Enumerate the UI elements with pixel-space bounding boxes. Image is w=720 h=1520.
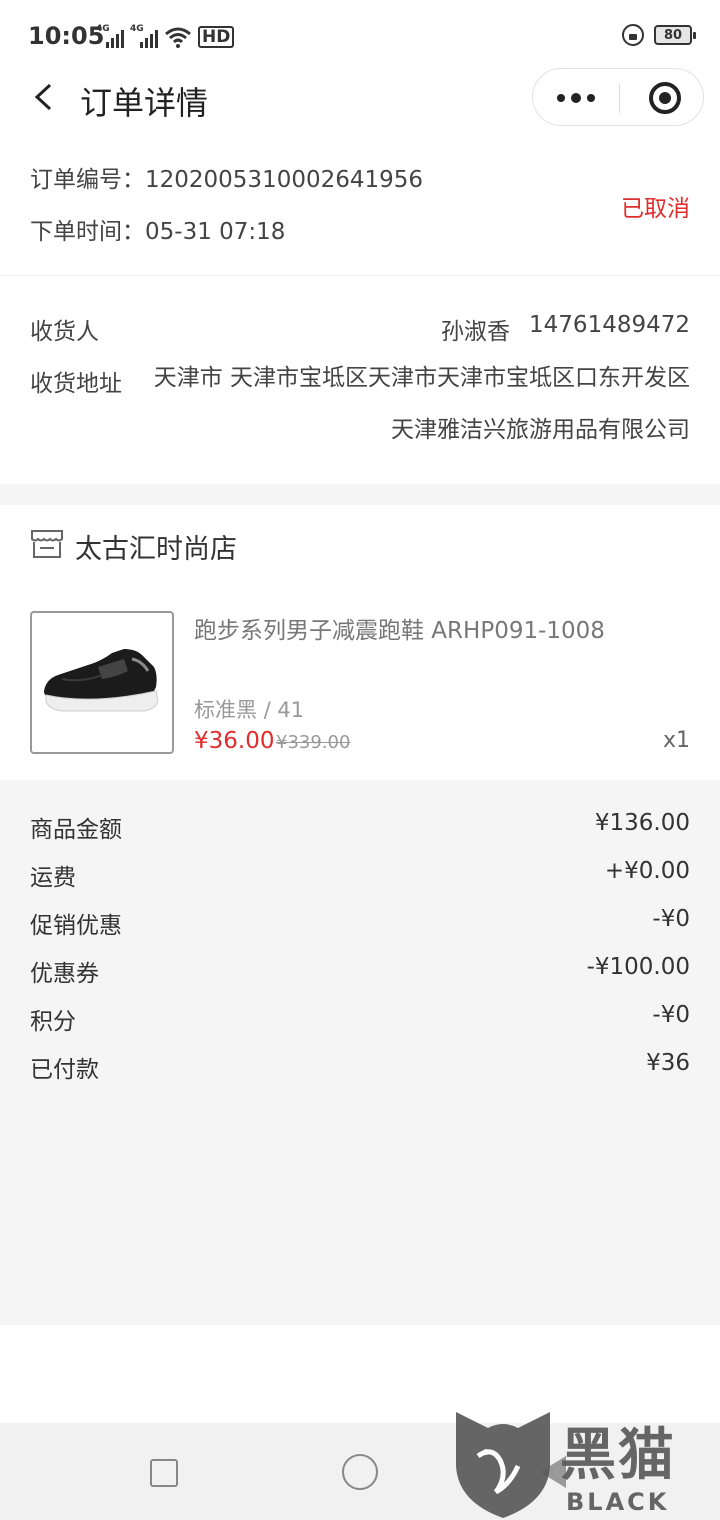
shop-name[interactable]: 太古汇时尚店 xyxy=(75,527,237,566)
summary-value: -¥100.00 xyxy=(586,954,690,980)
order-time-label: 下单时间： xyxy=(30,219,145,245)
shop-section: 太古汇时尚店 跑步系列男子减震跑鞋 ARHP091-1008 标准黑 / 41 … xyxy=(0,505,720,780)
order-number: 订单编号：1202005310002641956 xyxy=(30,160,423,194)
summary-label: 促销优惠 xyxy=(30,913,122,939)
wifi-icon xyxy=(165,27,191,48)
summary-row: 商品金额 ¥136.00 xyxy=(30,810,690,843)
status-right: 80 xyxy=(622,24,696,46)
product-quantity: x1 xyxy=(662,728,690,753)
network-type-label: 4G xyxy=(130,24,144,34)
back-arrow-icon[interactable] xyxy=(32,84,58,110)
order-number-value: 1202005310002641956 xyxy=(145,167,424,193)
status-time: 10:05 xyxy=(28,22,105,50)
summary-value: -¥0 xyxy=(652,906,690,932)
black-cat-logo-icon xyxy=(456,1412,550,1518)
hd-voice-icon: HD xyxy=(198,26,235,48)
section-divider xyxy=(0,484,720,505)
capsule-divider xyxy=(619,83,620,113)
receiver-address: 天津市 天津市宝坻区天津市天津市宝坻区口东开发区天津雅洁兴旅游用品有限公司 xyxy=(153,365,690,443)
status-icons: 4G 4G HD xyxy=(96,22,235,48)
summary-label: 已付款 xyxy=(30,1057,99,1083)
home-icon[interactable] xyxy=(342,1454,378,1490)
order-time: 下单时间：05-31 07:18 xyxy=(30,212,285,246)
summary-label: 优惠券 xyxy=(30,961,99,987)
product-original-price: ¥339.00 xyxy=(276,732,351,753)
receiver-section: 收货人 孙淑香 14761489472 收货地址 天津市 天津市宝坻区天津市天津… xyxy=(0,277,720,484)
summary-row: 运费 +¥0.00 xyxy=(30,858,690,891)
status-bar: 10:05 4G 4G HD 80 xyxy=(0,0,720,72)
summary-label: 积分 xyxy=(30,1009,76,1035)
order-status-badge: 已取消 xyxy=(621,196,690,222)
more-dots-icon[interactable] xyxy=(533,69,619,127)
rotation-lock-icon xyxy=(622,24,644,46)
summary-label: 商品金额 xyxy=(30,817,122,843)
signal-icon: 4G xyxy=(130,24,158,48)
store-icon xyxy=(31,530,63,558)
watermark-cn: 黑猫 xyxy=(560,1423,676,1488)
page-title: 订单详情 xyxy=(80,84,209,122)
product-image[interactable] xyxy=(30,611,174,754)
summary-value: ¥36 xyxy=(646,1050,690,1076)
product-sku: 标准黑 / 41 xyxy=(194,698,305,722)
payment-summary: 商品金额 ¥136.00 运费 +¥0.00 促销优惠 -¥0 优惠券 -¥10… xyxy=(0,780,720,1325)
order-time-value: 05-31 07:18 xyxy=(145,219,286,245)
summary-value: -¥0 xyxy=(652,1002,690,1028)
summary-value: +¥0.00 xyxy=(604,858,690,884)
mini-program-capsule xyxy=(532,68,704,126)
receiver-address-label: 收货地址 xyxy=(30,371,122,397)
summary-row: 促销优惠 -¥0 xyxy=(30,906,690,939)
target-close-icon[interactable] xyxy=(649,82,681,114)
summary-row: 已付款 ¥36 xyxy=(30,1050,690,1083)
watermark: 黑猫 BLACK CAT xyxy=(448,1400,720,1520)
signal-icon: 4G xyxy=(96,24,124,48)
recent-apps-icon[interactable] xyxy=(150,1459,178,1487)
watermark-en: BLACK CAT xyxy=(566,1488,670,1520)
network-type-label: 4G xyxy=(96,24,110,34)
summary-row: 积分 -¥0 xyxy=(30,1002,690,1035)
product-title[interactable]: 跑步系列男子减震跑鞋 ARHP091-1008 xyxy=(194,611,605,645)
summary-row: 优惠券 -¥100.00 xyxy=(30,954,690,987)
sneaker-icon xyxy=(44,649,159,712)
receiver-phone: 14761489472 xyxy=(529,312,690,338)
product-price: ¥36.00 xyxy=(194,728,275,754)
order-number-label: 订单编号： xyxy=(30,167,145,193)
summary-label: 运费 xyxy=(30,865,76,891)
battery-icon: 80 xyxy=(654,25,696,45)
nav-bar: 订单详情 xyxy=(0,66,720,130)
receiver-name: 孙淑香 xyxy=(441,319,510,345)
receiver-name-label: 收货人 xyxy=(30,319,99,345)
summary-value: ¥136.00 xyxy=(594,810,690,836)
order-info-section: 订单编号：1202005310002641956 下单时间：05-31 07:1… xyxy=(0,140,720,276)
